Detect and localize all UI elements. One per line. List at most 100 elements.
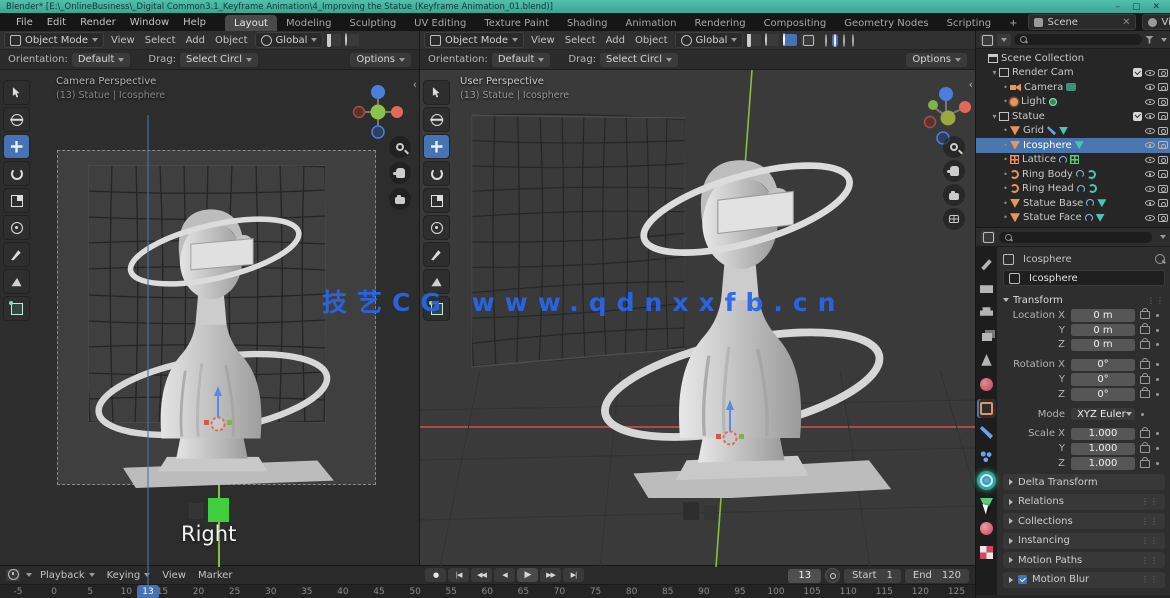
snap-toggle[interactable] — [747, 34, 761, 46]
menu-item[interactable]: Window — [123, 15, 176, 30]
outliner-row[interactable]: • Camera — [976, 80, 1170, 95]
tool-rotate[interactable] — [3, 161, 30, 186]
drag-dropdown[interactable]: Select Circl — [600, 53, 678, 67]
outliner-row[interactable]: • Statue Face — [976, 211, 1170, 226]
object-name-field[interactable]: Icosphere — [1003, 270, 1165, 286]
workspace-tab[interactable]: Geometry Nodes — [835, 15, 937, 31]
disable-render-camera-icon[interactable] — [1158, 199, 1168, 207]
frame-start-field[interactable]: Start 1 — [844, 569, 901, 583]
jump-to-end-button[interactable]: ▶| — [563, 568, 584, 582]
navigation-gizmo[interactable] — [352, 80, 404, 142]
lock-icon[interactable] — [1140, 311, 1150, 319]
viewport-menu-item[interactable]: Select — [140, 33, 181, 48]
expand-arrow-icon[interactable]: • — [1001, 170, 1010, 179]
tool-annotate[interactable] — [423, 242, 450, 267]
tool-select-box[interactable] — [423, 80, 450, 105]
options-dropdown[interactable]: Options — [350, 53, 411, 67]
lock-icon[interactable] — [1140, 460, 1150, 468]
value-field[interactable]: 0 m — [1071, 324, 1135, 337]
value-field[interactable]: 0° — [1071, 388, 1135, 401]
next-keyframe-button[interactable]: ▶▶ — [540, 568, 561, 582]
disable-render-camera-icon[interactable] — [1158, 127, 1168, 135]
collapsed-panel-header[interactable]: Motion Blur ⋮⋮ — [1003, 572, 1165, 588]
scene-selector[interactable]: Scene ✕ — [1028, 14, 1136, 30]
workspace-tab[interactable]: Sculpting — [340, 15, 405, 31]
sidebar-toggle-arrow[interactable]: ‹ — [413, 78, 417, 91]
animate-dot-icon[interactable] — [1156, 378, 1159, 381]
jump-to-start-button[interactable]: |◀ — [448, 568, 469, 582]
orientation-dropdown[interactable]: Default — [492, 53, 551, 67]
disable-render-camera-icon[interactable] — [1158, 156, 1168, 164]
expand-arrow-icon[interactable]: • — [1001, 155, 1010, 164]
pan-button[interactable] — [943, 160, 965, 182]
tab-viewlayer-properties[interactable] — [977, 327, 996, 346]
tab-texture-properties[interactable] — [977, 543, 996, 562]
hide-viewport-eye-icon[interactable] — [1145, 215, 1155, 221]
panel-grip-icon[interactable]: ⋮⋮ — [1147, 296, 1165, 305]
proportional-editing-toggle[interactable] — [765, 34, 779, 46]
animate-dot-icon[interactable] — [1156, 329, 1159, 332]
lock-icon[interactable] — [1140, 361, 1150, 369]
panel-grip-icon[interactable]: ⋮⋮ — [1141, 536, 1159, 545]
value-field[interactable]: 1.000 — [1071, 443, 1135, 456]
animate-dot-icon[interactable] — [1156, 363, 1159, 366]
timeline-menu-item[interactable]: Marker — [192, 568, 239, 583]
expand-arrow-icon[interactable]: • — [1001, 184, 1010, 193]
playhead-current-frame[interactable]: 13 — [137, 585, 159, 598]
text-object-dark[interactable] — [683, 502, 699, 520]
collapsed-panel-header[interactable]: Collections ⋮⋮ — [1003, 513, 1165, 529]
object-origin-gizmo[interactable] — [712, 400, 748, 448]
outliner-row[interactable]: Scene Collection — [976, 51, 1170, 66]
pin-icon[interactable] — [1155, 254, 1165, 264]
text-object-dark[interactable] — [189, 503, 203, 519]
lock-icon[interactable] — [1140, 341, 1150, 349]
tab-physics-properties[interactable] — [977, 471, 996, 490]
shading-rendered-button[interactable] — [850, 34, 856, 47]
shading-material-button[interactable] — [841, 34, 847, 47]
workspace-tab[interactable]: Scripting — [938, 15, 1000, 31]
collapsed-panel-header[interactable]: Instancing ⋮⋮ — [1003, 533, 1165, 549]
exclude-checkbox[interactable] — [1133, 68, 1142, 77]
workspace-tab[interactable]: Compositing — [755, 15, 836, 31]
window-close-button[interactable]: ✕ — [1152, 2, 1160, 12]
tool-transform[interactable] — [423, 215, 450, 240]
disable-render-camera-icon[interactable] — [1158, 141, 1168, 149]
tool-rotate[interactable] — [423, 161, 450, 186]
properties-search-input[interactable] — [999, 232, 1152, 243]
exclude-checkbox[interactable] — [1133, 112, 1142, 121]
unlink-icon[interactable]: ✕ — [1122, 17, 1130, 28]
tool-move[interactable] — [3, 134, 30, 159]
expand-arrow-icon[interactable]: • — [1001, 199, 1010, 208]
outliner-row[interactable]: • Grid — [976, 124, 1170, 139]
tab-output-properties[interactable] — [977, 303, 996, 322]
expand-arrow-icon[interactable]: • — [1001, 83, 1010, 92]
menu-item[interactable]: Render — [73, 15, 123, 30]
hide-viewport-eye-icon[interactable] — [1145, 186, 1155, 192]
hide-viewport-eye-icon[interactable] — [1145, 128, 1155, 134]
zoom-button[interactable] — [943, 136, 965, 158]
drag-dropdown[interactable]: Select Circl — [180, 53, 258, 67]
tool-annotate[interactable] — [3, 242, 30, 267]
tab-modifier-properties[interactable] — [977, 423, 996, 442]
text-object-dark[interactable] — [166, 500, 184, 520]
shading-wireframe-button[interactable] — [823, 34, 829, 47]
hide-viewport-eye-icon[interactable] — [1145, 113, 1155, 119]
zoom-button[interactable] — [389, 136, 411, 158]
auto-keying-toggle[interactable] — [825, 568, 840, 583]
frame-end-field[interactable]: End 120 — [905, 569, 969, 583]
camera-view-button[interactable] — [943, 184, 965, 206]
outliner-row[interactable]: ▾ Render Cam — [976, 66, 1170, 81]
disable-render-camera-icon[interactable] — [1158, 214, 1168, 222]
tool-transform[interactable] — [3, 215, 30, 240]
outliner-row[interactable]: ▾ Statue — [976, 109, 1170, 124]
outliner-row[interactable]: • Icosphere — [976, 138, 1170, 153]
lock-icon[interactable] — [1140, 326, 1150, 334]
collapsed-panel-header[interactable]: Delta Transform — [1003, 474, 1165, 490]
workspace-tab[interactable]: Shading — [558, 15, 617, 31]
play-reverse-button[interactable]: ◀ — [494, 568, 515, 582]
mode-select[interactable]: Object Mode — [4, 32, 104, 48]
hide-viewport-eye-icon[interactable] — [1145, 171, 1155, 177]
viewport-menu-item[interactable]: Add — [181, 33, 210, 48]
orientation-dropdown[interactable]: Default — [72, 53, 131, 67]
tab-object-properties[interactable] — [977, 399, 996, 418]
